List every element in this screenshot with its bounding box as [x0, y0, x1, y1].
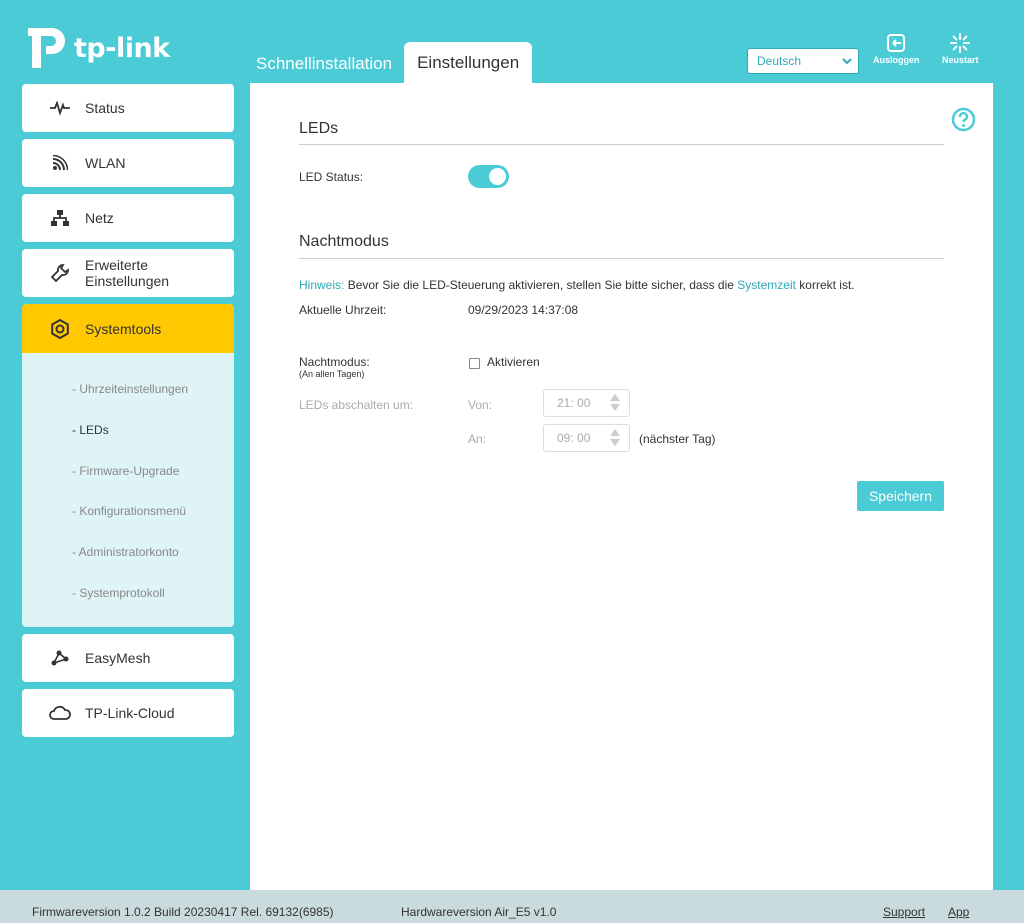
- mesh-icon: [49, 647, 71, 669]
- systemtools-submenu: - Uhrzeiteinstellungen - LEDs - Firmware…: [22, 353, 234, 627]
- submenu-item-firmware-upgrade[interactable]: - Firmware-Upgrade: [72, 464, 179, 478]
- submenu-item-label: Administratorkonto: [78, 545, 179, 559]
- submenu-item-label: LEDs: [79, 423, 109, 437]
- logo-text: tp-link: [74, 32, 170, 64]
- support-link[interactable]: Support: [883, 905, 925, 919]
- chevron-down-icon: [842, 57, 852, 64]
- sidebar-item-label: WLAN: [85, 155, 126, 171]
- enable-label: Aktivieren: [487, 355, 540, 369]
- submenu-item-label: Uhrzeiteinstellungen: [79, 382, 189, 396]
- submenu-item-administratorkonto[interactable]: - Administratorkonto: [72, 545, 179, 559]
- to-time-value: 09: 00: [557, 431, 591, 445]
- sidebar-item-wlan[interactable]: WLAN: [22, 139, 234, 187]
- main-tabs: Schnellinstallation Einstellungen: [250, 42, 533, 84]
- main-panel: LEDs LED Status: Nachtmodus Hinweis: Bev…: [250, 83, 993, 890]
- restart-label: Neustart: [942, 55, 979, 65]
- sidebar-item-status[interactable]: Status: [22, 84, 234, 132]
- sidebar-item-easymesh[interactable]: EasyMesh: [22, 634, 234, 682]
- network-icon: [49, 207, 71, 229]
- night-mode-label: Nachtmodus:: [299, 355, 370, 369]
- language-value: Deutsch: [757, 54, 802, 68]
- led-status-label: LED Status:: [299, 170, 364, 184]
- save-button[interactable]: Speichern: [857, 481, 944, 511]
- firmware-version: Firmwareversion 1.0.2 Build 20230417 Rel…: [32, 905, 334, 919]
- hint-text-part2: korrekt ist.: [799, 278, 855, 292]
- enable-night-mode-checkbox[interactable]: [469, 358, 480, 369]
- sidebar-item-erweiterte-einstellungen[interactable]: Erweiterte Einstellungen: [22, 249, 234, 297]
- sidebar-item-label-line2: Einstellungen: [85, 273, 170, 289]
- wifi-icon: [49, 152, 71, 174]
- submenu-item-systemprotokoll[interactable]: - Systemprotokoll: [72, 586, 165, 600]
- sidebar-item-label: Systemtools: [85, 320, 162, 337]
- submenu-item-konfigurationsmenue[interactable]: - Konfigurationsmenü: [72, 504, 186, 518]
- divider: [299, 144, 944, 145]
- logout-label: Ausloggen: [873, 55, 920, 65]
- cloud-icon: [49, 702, 71, 724]
- restart-icon: [950, 33, 971, 53]
- leds-off-label: LEDs abschalten um:: [299, 398, 414, 412]
- hint-label: Hinweis:: [299, 278, 345, 292]
- spin-down-icon[interactable]: [610, 404, 620, 411]
- logout-icon: [887, 34, 906, 52]
- hint-text: Hinweis: Bevor Sie die LED-Steuerung akt…: [299, 278, 855, 292]
- footer: Firmwareversion 1.0.2 Build 20230417 Rel…: [0, 890, 1024, 923]
- submenu-item-leds[interactable]: - LEDs: [72, 423, 109, 437]
- submenu-item-uhrzeiteinstellungen[interactable]: - Uhrzeiteinstellungen: [72, 382, 188, 396]
- tab-schnellinstallation[interactable]: Schnellinstallation: [250, 42, 398, 84]
- sidebar-item-label: TP-Link-Cloud: [85, 705, 175, 721]
- logout-button[interactable]: Ausloggen: [873, 33, 920, 65]
- sidebar-item-systemtools[interactable]: Systemtools: [22, 304, 234, 353]
- spin-up-icon[interactable]: [610, 394, 620, 401]
- from-time-input[interactable]: 21: 00: [543, 389, 630, 417]
- wrench-icon: [49, 262, 71, 284]
- time-spinner[interactable]: [610, 394, 620, 411]
- from-label: Von:: [468, 398, 493, 412]
- tp-link-logo-icon: [28, 28, 65, 68]
- divider: [299, 258, 944, 259]
- app-link[interactable]: App: [948, 905, 969, 919]
- sidebar-item-netz[interactable]: Netz: [22, 194, 234, 242]
- sidebar-item-label: Status: [85, 100, 125, 116]
- led-status-toggle[interactable]: [468, 165, 509, 188]
- sidebar-item-label: EasyMesh: [85, 650, 151, 666]
- to-time-input[interactable]: 09: 00: [543, 424, 630, 452]
- sidebar-item-label: Netz: [85, 210, 114, 226]
- to-label: An:: [468, 432, 487, 446]
- spin-up-icon[interactable]: [610, 429, 620, 436]
- help-icon[interactable]: [951, 107, 976, 132]
- from-time-value: 21: 00: [557, 396, 591, 410]
- sidebar-item-tp-link-cloud[interactable]: TP-Link-Cloud: [22, 689, 234, 737]
- night-mode-section-title: Nachtmodus: [299, 233, 389, 250]
- spin-down-icon[interactable]: [610, 439, 620, 446]
- time-spinner[interactable]: [610, 429, 620, 446]
- toggle-knob: [489, 168, 506, 185]
- systemzeit-link[interactable]: Systemzeit: [737, 278, 796, 292]
- gear-icon: [49, 318, 71, 340]
- sidebar-item-label: Erweiterte Einstellungen: [85, 257, 169, 289]
- restart-button[interactable]: Neustart: [942, 33, 979, 65]
- submenu-item-label: Systemprotokoll: [79, 586, 165, 600]
- current-time-value: 09/29/2023 14:37:08: [468, 303, 579, 317]
- hardware-version: Hardwareversion Air_E5 v1.0: [401, 905, 557, 919]
- leds-section-title: LEDs: [299, 120, 339, 137]
- hint-text-part1: Bevor Sie die LED-Steuerung aktivieren, …: [347, 278, 734, 292]
- tp-link-logo: tp-link: [22, 24, 170, 72]
- submenu-item-label: Firmware-Upgrade: [79, 464, 180, 478]
- sidebar-item-label-line1: Erweiterte: [85, 257, 149, 273]
- language-select[interactable]: Deutsch: [747, 48, 859, 74]
- pulse-icon: [49, 97, 71, 119]
- tab-einstellungen[interactable]: Einstellungen: [404, 42, 533, 84]
- night-mode-sublabel: (An allen Tagen): [299, 369, 365, 379]
- next-day-label: (nächster Tag): [639, 432, 716, 446]
- submenu-item-label: Konfigurationsmenü: [79, 504, 187, 518]
- current-time-label: Aktuelle Uhrzeit:: [299, 303, 387, 317]
